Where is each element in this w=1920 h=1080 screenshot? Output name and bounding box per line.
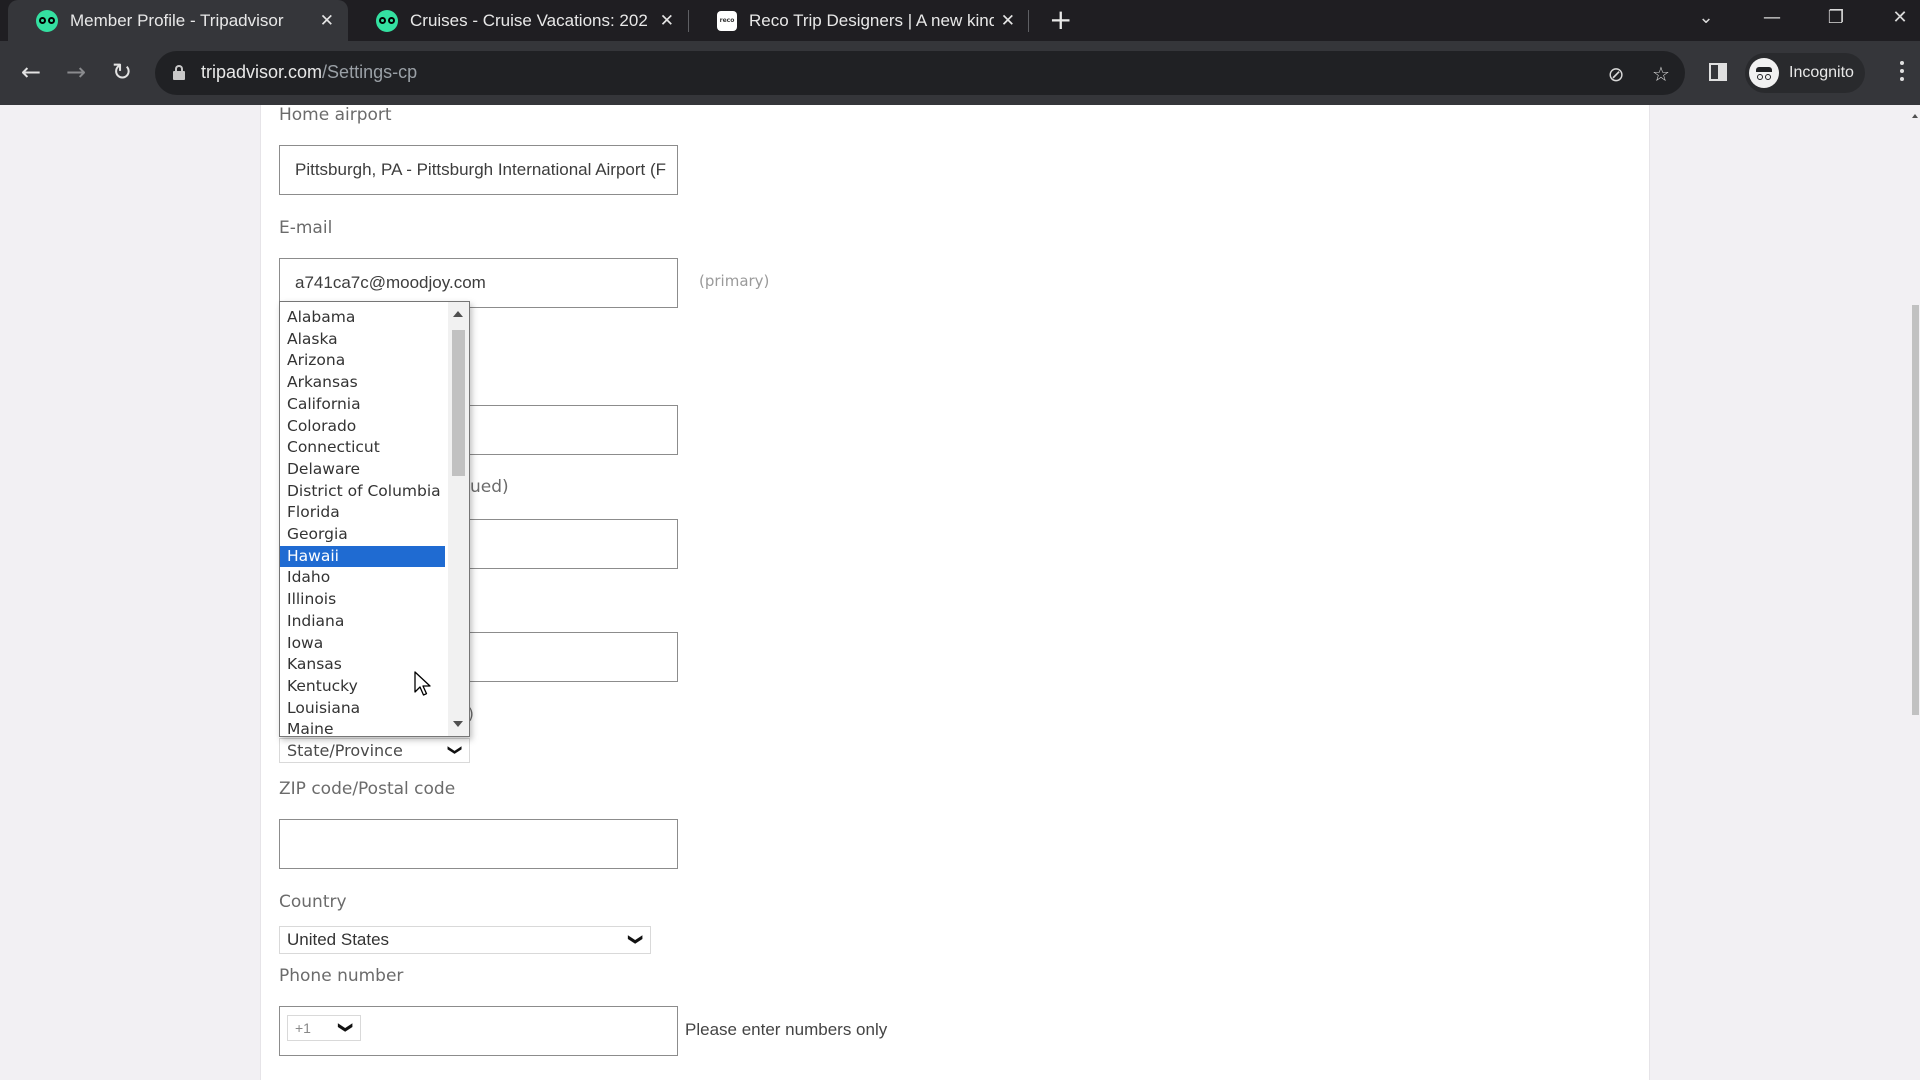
bookmark-star-icon[interactable]: ☆ xyxy=(1648,61,1674,87)
state-option[interactable]: Arkansas xyxy=(280,372,445,394)
lock-icon[interactable] xyxy=(173,65,185,80)
eye-off-icon[interactable]: ⊘ xyxy=(1603,61,1629,87)
chevron-down-icon: ❯ xyxy=(338,1021,355,1034)
state-option[interactable]: Connecticut xyxy=(280,437,445,459)
state-option[interactable]: Iowa xyxy=(280,633,445,655)
url-domain: tripadvisor.com xyxy=(201,62,323,82)
chevron-down-icon: ❯ xyxy=(628,933,645,946)
close-tab-icon[interactable]: ✕ xyxy=(1001,11,1015,31)
page-scrollbar-thumb[interactable] xyxy=(1912,305,1919,715)
new-tab-button[interactable]: + xyxy=(1049,6,1072,34)
state-option[interactable]: Georgia xyxy=(280,524,445,546)
state-select[interactable]: State/Province ❯ xyxy=(279,738,470,763)
state-option[interactable]: Colorado xyxy=(280,416,445,438)
email-primary-note: (primary) xyxy=(699,272,770,290)
country-code-value: +1 xyxy=(295,1020,311,1036)
close-tab-icon[interactable]: ✕ xyxy=(320,11,334,31)
scroll-down-arrow-icon[interactable] xyxy=(453,721,463,727)
incognito-label: Incognito xyxy=(1789,64,1854,81)
browser-toolbar: ← → ↻ tripadvisor.com/Settings-cp ⊘ ☆ In… xyxy=(0,41,1920,105)
zip-input[interactable] xyxy=(279,819,678,869)
page-scrollbar[interactable] xyxy=(1911,105,1920,1080)
tab-separator xyxy=(1028,10,1029,32)
email-label: E-mail xyxy=(279,218,333,238)
tab-reco[interactable]: reco Reco Trip Designers | A new kind ✕ xyxy=(689,0,1029,41)
back-button[interactable]: ← xyxy=(14,55,48,89)
home-airport-label: Home airport xyxy=(279,105,392,125)
tab-title: Reco Trip Designers | A new kind xyxy=(749,10,994,30)
state-option[interactable]: Indiana xyxy=(280,611,445,633)
state-option[interactable]: District of Columbia xyxy=(280,481,445,503)
zip-label: ZIP code/Postal code xyxy=(279,779,456,799)
scroll-up-arrow-icon[interactable] xyxy=(453,311,463,317)
hidden-label-fragment: ued) xyxy=(470,477,509,497)
country-label: Country xyxy=(279,892,347,912)
country-select-value: United States xyxy=(287,930,390,949)
tab-title: Member Profile - Tripadvisor xyxy=(70,10,284,30)
state-option[interactable]: Alaska xyxy=(280,329,445,351)
incognito-indicator[interactable]: Incognito xyxy=(1745,53,1865,93)
state-option[interactable]: Alabama xyxy=(280,307,445,329)
chevron-down-icon: ❯ xyxy=(447,744,464,756)
reload-button[interactable]: ↻ xyxy=(105,55,139,89)
scroll-up-arrow-icon[interactable] xyxy=(1912,114,1918,118)
state-option[interactable]: Maine xyxy=(280,719,445,736)
state-option[interactable]: Louisiana xyxy=(280,698,445,720)
tab-member-profile[interactable]: Member Profile - Tripadvisor ✕ xyxy=(8,0,348,41)
country-code-select[interactable]: +1 ❯ xyxy=(287,1015,361,1041)
address-bar[interactable]: tripadvisor.com/Settings-cp ⊘ ☆ xyxy=(155,51,1685,95)
minimize-button[interactable]: — xyxy=(1752,0,1792,34)
state-option[interactable]: Arizona xyxy=(280,350,445,372)
tab-cruises[interactable]: Cruises - Cruise Vacations: 2023 ✕ xyxy=(348,0,688,41)
reco-icon: reco xyxy=(717,10,737,31)
forward-button[interactable]: → xyxy=(59,55,93,89)
incognito-icon xyxy=(1749,58,1779,88)
close-window-button[interactable]: ✕ xyxy=(1880,0,1920,34)
state-option[interactable]: California xyxy=(280,394,445,416)
mouse-cursor-icon xyxy=(414,671,431,696)
tripadvisor-owl-icon xyxy=(376,9,398,32)
phone-hint: Please enter numbers only xyxy=(685,1020,888,1039)
phone-label: Phone number xyxy=(279,966,404,986)
country-select[interactable]: United States ❯ xyxy=(279,926,651,954)
close-tab-icon[interactable]: ✕ xyxy=(660,11,674,31)
tab-title: Cruises - Cruise Vacations: 2023 xyxy=(410,10,648,30)
state-option[interactable]: Florida xyxy=(280,502,445,524)
state-option[interactable]: Delaware xyxy=(280,459,445,481)
page-viewport: Home airport Pittsburgh, PA - Pittsburgh… xyxy=(0,105,1920,1080)
url-path: /Settings-cp xyxy=(322,62,418,82)
side-panel-icon[interactable] xyxy=(1709,63,1727,81)
tab-search-icon[interactable]: ⌄ xyxy=(1686,0,1726,34)
home-airport-input[interactable]: Pittsburgh, PA - Pittsburgh Internationa… xyxy=(279,145,678,195)
more-menu-icon[interactable] xyxy=(1900,61,1906,81)
dropdown-scrollbar-thumb[interactable] xyxy=(452,330,465,476)
state-option[interactable]: Illinois xyxy=(280,589,445,611)
tripadvisor-owl-icon xyxy=(36,9,58,32)
state-dropdown-list[interactable]: Maine Louisiana Kentucky Kansas Iowa Indiana I… xyxy=(279,301,470,737)
restore-button[interactable]: ❐ xyxy=(1816,0,1856,34)
state-option[interactable]: Idaho xyxy=(280,567,445,589)
state-select-value: State/Province xyxy=(287,741,403,760)
dropdown-scrollbar[interactable] xyxy=(448,302,469,736)
tab-strip: Member Profile - Tripadvisor ✕ Cruises -… xyxy=(0,0,1920,41)
state-option[interactable]: Hawaii xyxy=(280,545,445,568)
url-text[interactable]: tripadvisor.com/Settings-cp xyxy=(201,62,417,83)
